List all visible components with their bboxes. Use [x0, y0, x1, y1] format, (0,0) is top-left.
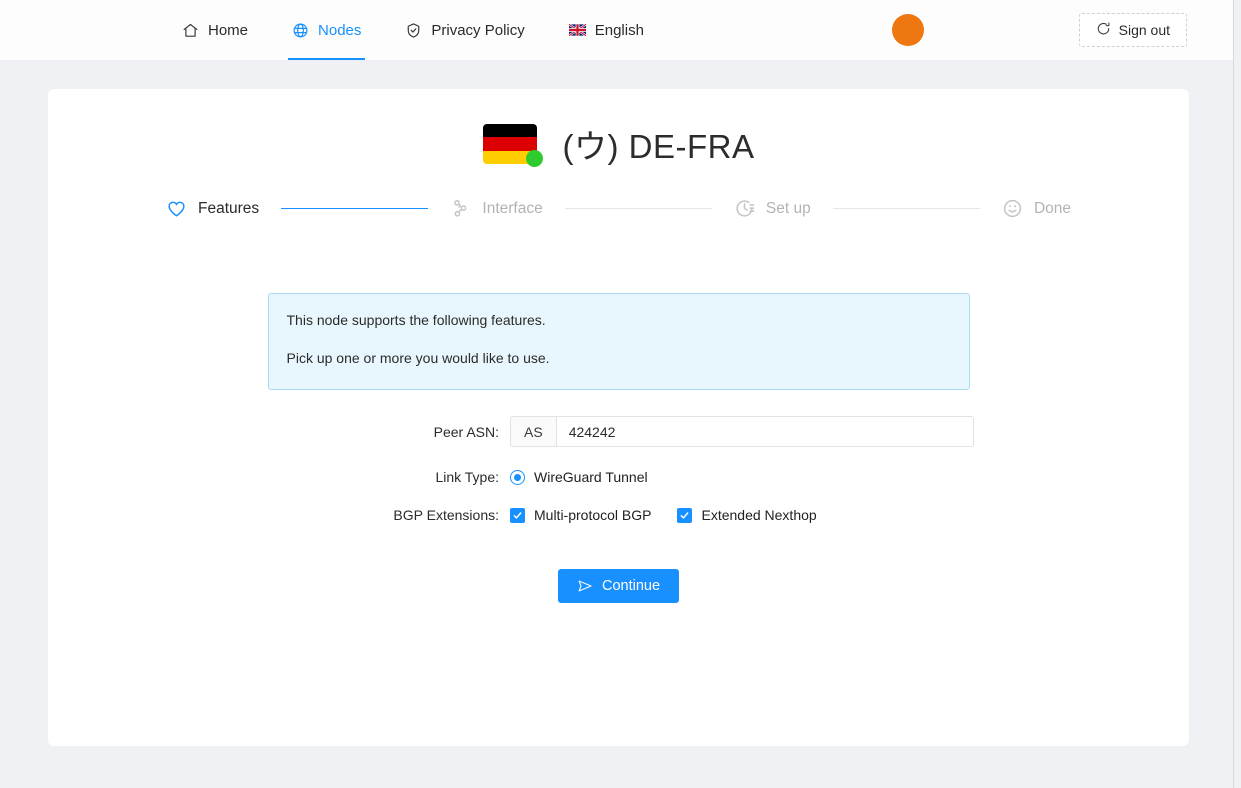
alert-line-2: Pick up one or more you would like to us…	[286, 350, 550, 367]
app-viewport: Home Nodes Privacy Policy English Sign o…	[0, 0, 1241, 788]
checkbox-extended-nexthop[interactable]: Extended Nexthop	[677, 507, 817, 524]
page-content: Home Nodes Privacy Policy English Sign o…	[0, 0, 1233, 788]
globe-icon	[292, 22, 309, 39]
node-title-block: (ウ) DE-FRA	[48, 89, 1189, 168]
vertical-scrollbar[interactable]	[1233, 0, 1241, 788]
step-label-features: Features	[198, 199, 260, 217]
info-alert: This node supports the following feature…	[267, 293, 970, 391]
step-connector-3	[832, 208, 980, 209]
bgp-extensions-field-wrap: Multi-protocol BGP Extended Nexthop	[510, 507, 843, 523]
step-label-interface: Interface	[482, 199, 543, 217]
checkbox-label-extended-nexthop: Extended Nexthop	[701, 507, 817, 524]
home-icon	[182, 22, 199, 39]
nav-label-language: English	[594, 21, 644, 39]
step-label-done: Done	[1033, 199, 1072, 217]
sign-out-label: Sign out	[1118, 22, 1170, 38]
peer-asn-input-group: AS	[510, 416, 974, 448]
step-interface[interactable]: Interface	[450, 198, 543, 219]
shield-check-icon	[405, 22, 422, 39]
radio-icon-selected	[510, 469, 525, 485]
smiley-icon	[1002, 198, 1023, 219]
link-type-label: Link Type:	[435, 469, 499, 486]
link-type-field-wrap: WireGuard Tunnel	[510, 469, 674, 485]
check-icon-checked	[510, 507, 525, 523]
nav-label-home: Home	[208, 21, 249, 39]
status-dot-online	[525, 150, 543, 167]
features-form: Peer ASN: AS Link Type:	[48, 416, 1189, 604]
main-navigation: Home Nodes Privacy Policy English	[160, 0, 666, 60]
step-connector-2	[564, 208, 712, 209]
de-flag-icon	[482, 124, 543, 167]
checkbox-multi-protocol-bgp[interactable]: Multi-protocol BGP	[510, 507, 651, 523]
page-title: (ウ) DE-FRA	[562, 128, 755, 165]
continue-button[interactable]: Continue	[557, 569, 680, 604]
form-row-bgp-extensions: BGP Extensions: Multi-protocol BGP Exten…	[48, 507, 1189, 523]
step-done[interactable]: Done	[1002, 198, 1071, 219]
checkbox-label-multi-protocol-bgp: Multi-protocol BGP	[534, 507, 652, 524]
nav-label-nodes: Nodes	[318, 21, 362, 39]
avatar[interactable]	[891, 14, 924, 46]
radio-wireguard-tunnel[interactable]: WireGuard Tunnel	[510, 469, 648, 485]
peer-asn-input[interactable]	[555, 416, 974, 448]
peer-asn-field-wrap: AS	[510, 416, 974, 448]
step-set-up[interactable]: Set up	[734, 198, 811, 219]
form-row-link-type: Link Type: WireGuard Tunnel	[48, 469, 1189, 485]
check-icon-checked	[677, 507, 693, 523]
setup-steps: Features Interface Set up Done	[166, 198, 1071, 219]
header-right-group: Sign out	[891, 0, 1233, 60]
peer-asn-label: Peer ASN:	[433, 423, 499, 440]
form-row-peer-asn: Peer ASN: AS	[48, 416, 1189, 448]
heart-icon	[166, 198, 187, 219]
nav-item-home[interactable]: Home	[160, 0, 270, 60]
clock-icon	[734, 198, 755, 219]
peer-asn-prefix: AS	[510, 416, 556, 448]
form-actions: Continue	[48, 569, 1189, 604]
logout-icon	[1096, 21, 1111, 39]
continue-label: Continue	[601, 578, 661, 595]
uk-flag-icon	[568, 22, 586, 39]
step-label-set-up: Set up	[765, 199, 811, 217]
sign-out-button[interactable]: Sign out	[1078, 13, 1187, 47]
step-features[interactable]: Features	[166, 198, 259, 219]
send-icon	[577, 578, 593, 594]
nav-label-privacy-policy: Privacy Policy	[431, 21, 525, 39]
node-setup-card: (ウ) DE-FRA Features Interface Set up Don…	[48, 89, 1189, 746]
bgp-extensions-label: BGP Extensions:	[393, 507, 499, 524]
radio-label-wireguard-tunnel: WireGuard Tunnel	[534, 469, 648, 486]
alert-line-1: This node supports the following feature…	[286, 312, 546, 328]
step-connector-1	[281, 208, 429, 209]
app-header: Home Nodes Privacy Policy English Sign o…	[0, 0, 1233, 61]
nodes-icon	[450, 198, 471, 219]
nav-item-nodes[interactable]: Nodes	[270, 0, 383, 60]
nav-item-language[interactable]: English	[547, 0, 666, 60]
nav-item-privacy-policy[interactable]: Privacy Policy	[383, 0, 546, 60]
